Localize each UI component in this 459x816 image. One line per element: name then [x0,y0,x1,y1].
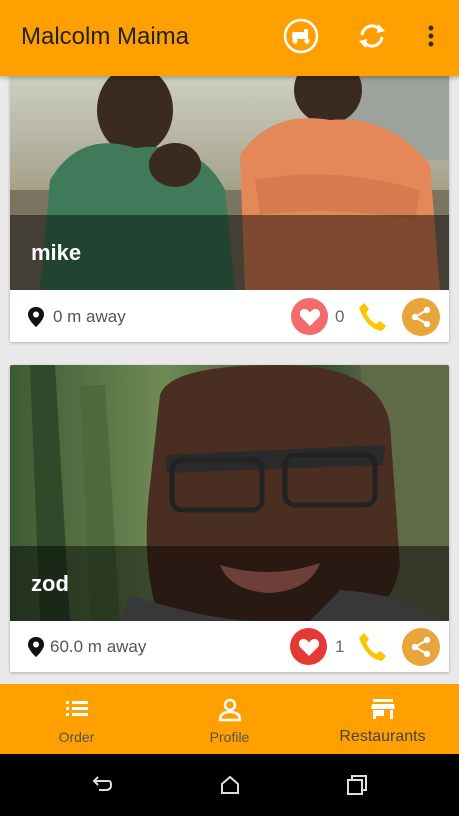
recents-icon[interactable] [345,773,369,797]
location-pin-icon [28,637,44,657]
like-count: 0 [335,307,345,326]
share-icon [411,636,431,658]
like-button[interactable] [291,298,328,335]
heart-icon [299,308,320,326]
list-icon [65,701,88,716]
distance-text: 60.0 m away [50,637,147,656]
person-icon [218,698,241,722]
name-overlay: mike [10,215,449,290]
profile-photo: zod [10,365,449,621]
more-options-button[interactable] [411,16,451,56]
store-icon [370,699,395,719]
nav-profile[interactable]: Profile [153,684,306,754]
phone-icon [359,303,386,331]
like-button[interactable] [290,628,327,665]
profile-photo: mike [10,76,449,290]
list-item[interactable]: zod 60.0 m away 1 [10,365,449,672]
more-vert-icon [428,25,434,47]
share-icon [411,306,431,328]
nav-profile-label: Profile [209,729,250,745]
phone-icon [359,633,386,661]
nav-restaurants-label: Restaurants [339,728,426,745]
home-icon[interactable] [218,773,242,797]
like-count: 1 [335,637,345,656]
app-bar: Malcolm Maima [0,0,459,76]
share-button[interactable] [402,628,440,666]
call-button[interactable] [355,300,389,339]
heart-icon [298,638,319,656]
list-item[interactable]: mike 0 m away 0 [10,76,449,342]
distance-text: 0 m away [53,307,126,326]
call-button[interactable] [355,630,389,669]
card-info-row: 0 m away 0 [10,290,449,342]
nav-order-label: Order [58,729,95,745]
app-title: Malcolm Maima [21,23,190,50]
card-info-row: 60.0 m away 1 [10,620,449,672]
name-overlay: zod [10,546,449,621]
refresh-icon [359,24,385,48]
card-name: mike [31,240,82,265]
share-button[interactable] [402,298,440,336]
nav-order[interactable]: Order [0,684,153,754]
location-pin-icon [28,307,44,327]
back-icon[interactable] [90,773,114,797]
system-navigation-bar [0,754,459,816]
restaurant-list[interactable]: mike 0 m away 0 zod 60.0 m away 1 [0,76,459,684]
refresh-button[interactable] [352,16,392,56]
bottom-navigation: Order Profile Restaurants [0,684,459,754]
scooter-icon [283,18,319,54]
card-name: zod [31,571,69,596]
nav-restaurants[interactable]: Restaurants [306,684,459,754]
scooter-button[interactable] [281,16,321,56]
